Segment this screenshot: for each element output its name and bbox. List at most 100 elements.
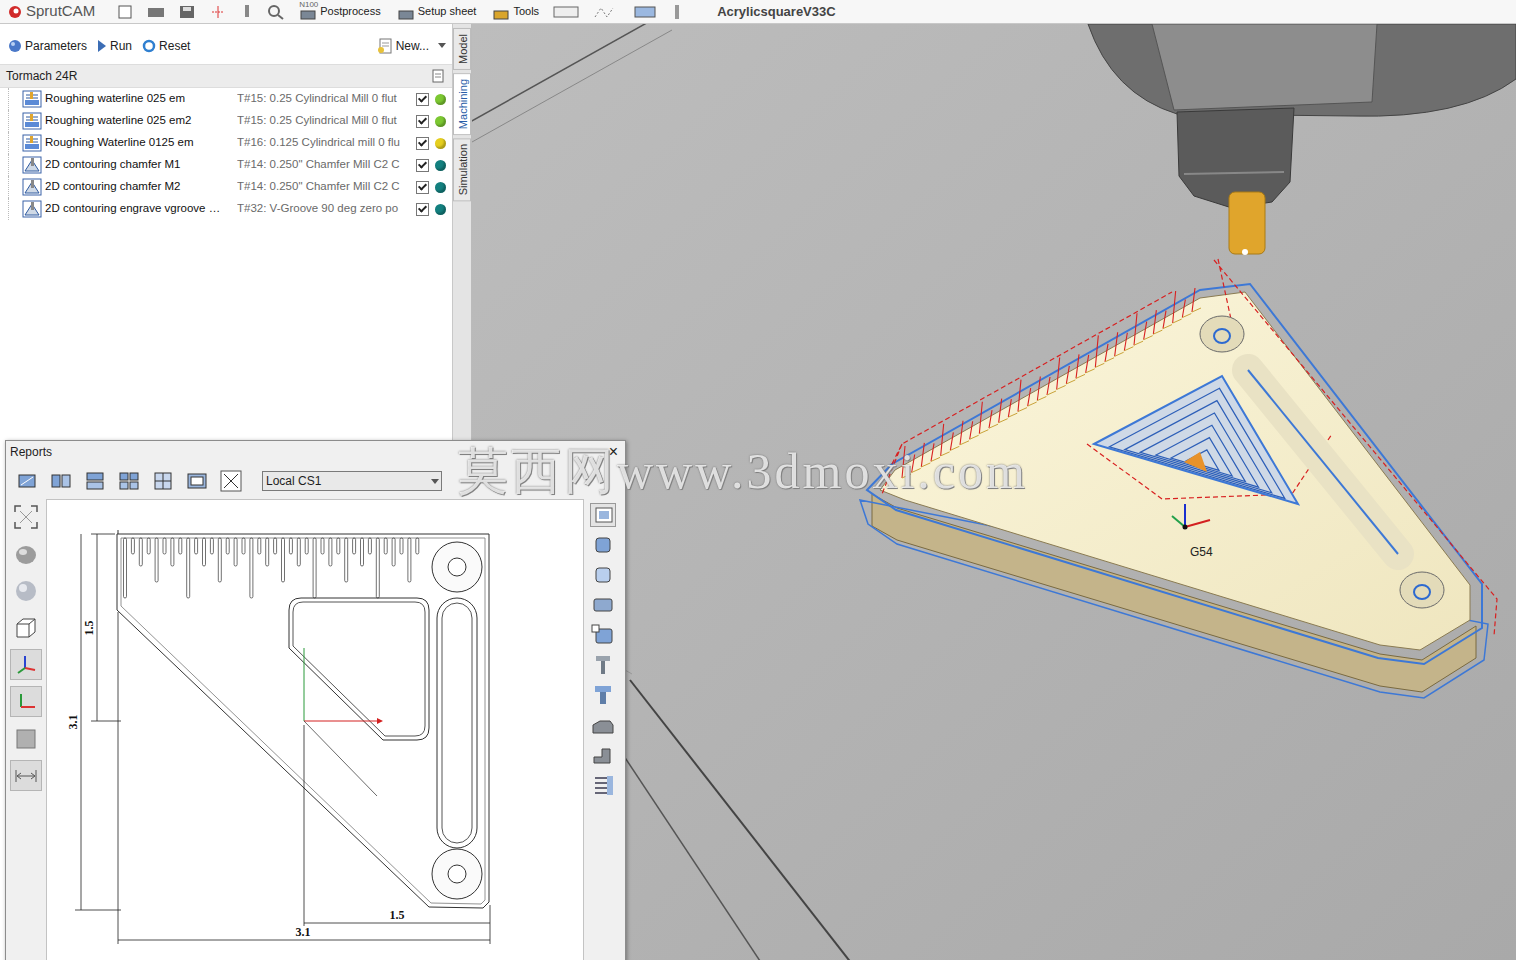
toolbar-icon — [492, 4, 510, 20]
layout-icon[interactable] — [553, 5, 579, 19]
document-icon[interactable] — [432, 69, 444, 83]
operation-name: 2D contouring chamfer M2 — [45, 178, 233, 195]
dropdown-icon — [431, 479, 439, 484]
3d-viewport[interactable]: G54 — [472, 24, 1516, 960]
operation-row[interactable]: Roughing waterline 025 em2T#15: 0.25 Cyl… — [8, 110, 452, 132]
dimension-icon[interactable] — [10, 760, 42, 791]
operation-tool: T#14: 0.250" Chamfer Mill C2 C — [237, 156, 412, 173]
operation-tool: T#16: 0.125 Cylindrical mill 0 flu — [237, 134, 412, 151]
machine-name: Tormach 24R — [6, 67, 77, 85]
probe-icon[interactable] — [241, 4, 253, 20]
cylinder-light-icon[interactable] — [590, 563, 616, 587]
view-grid-icon[interactable] — [150, 469, 176, 493]
play-icon — [97, 39, 107, 53]
dimension-label: 3.1 — [66, 715, 80, 730]
status-dot — [435, 116, 446, 127]
enable-checkbox[interactable] — [416, 137, 429, 150]
layer-icon[interactable] — [590, 503, 616, 527]
toolbar-label: Tools — [513, 3, 539, 20]
clear-icon[interactable] — [218, 469, 244, 493]
tool-icon[interactable] — [590, 653, 616, 677]
status-dot — [435, 138, 446, 149]
dropdown-icon[interactable] — [438, 43, 446, 48]
plane-axes-icon[interactable] — [10, 686, 42, 717]
operation-row[interactable]: Roughing waterline 025 emT#15: 0.25 Cyli… — [8, 88, 452, 110]
toolbar-button[interactable]: Setup sheet — [397, 3, 477, 20]
axis-icon[interactable] — [209, 4, 227, 20]
tool-holder-icon[interactable] — [590, 683, 616, 707]
machine-header[interactable]: Tormach 24R — [0, 64, 452, 88]
stock-icon[interactable] — [590, 593, 616, 617]
roughing-operation-icon — [22, 90, 42, 108]
sphere-icon[interactable] — [10, 575, 42, 606]
save-icon[interactable] — [179, 5, 195, 19]
app-name: SprutCAM — [26, 0, 95, 23]
reset-button[interactable]: Reset — [142, 37, 190, 55]
axes-icon[interactable] — [10, 649, 42, 680]
view-side-icon[interactable] — [116, 469, 142, 493]
run-button[interactable]: Run — [97, 37, 132, 55]
new-label: New... — [396, 37, 429, 55]
drawing-canvas[interactable]: 1.5 3.1 1.5 3.1 — [46, 499, 584, 960]
operation-tool: T#15: 0.25 Cylindrical Mill 0 flut — [237, 112, 412, 129]
view-top-icon[interactable] — [82, 469, 108, 493]
cylinder-icon[interactable] — [590, 533, 616, 557]
document-icon — [377, 38, 393, 54]
coordinate-system-select[interactable]: Local CS1 — [262, 471, 442, 491]
fit-icon[interactable] — [10, 501, 42, 532]
toolbar-label: Postprocess — [320, 3, 381, 20]
operations-toolbar: Parameters Run Reset New... — [0, 24, 452, 64]
enable-checkbox[interactable] — [416, 181, 429, 194]
operation-name: 2D contouring chamfer M1 — [45, 156, 233, 173]
coordinate-system-value: Local CS1 — [266, 472, 321, 490]
grid-icon[interactable] — [593, 5, 619, 19]
box-icon[interactable] — [10, 612, 42, 643]
main-toolbar: SprutCAM N100Postprocess Setup sheet Tools… — [0, 0, 1516, 24]
shaded-icon[interactable] — [10, 538, 42, 569]
operation-row[interactable]: 2D contouring chamfer M1T#14: 0.250" Cha… — [8, 154, 452, 176]
parameters-button[interactable]: Parameters — [8, 37, 87, 55]
enable-checkbox[interactable] — [416, 93, 429, 106]
reports-left-tools — [6, 499, 46, 960]
file-title: AcrylicsquareV33C — [717, 2, 836, 22]
side-tab[interactable]: Simulation — [453, 138, 471, 201]
clamp-icon[interactable] — [590, 743, 616, 767]
operation-row[interactable]: Roughing Waterline 0125 emT#16: 0.125 Cy… — [8, 132, 452, 154]
enable-checkbox[interactable] — [416, 115, 429, 128]
contouring-operation-icon — [22, 178, 42, 196]
side-tab[interactable]: Model — [453, 28, 471, 70]
new-operation-button[interactable]: New... — [377, 37, 446, 55]
contouring-operation-icon — [22, 200, 42, 218]
toolbar-button[interactable]: N100Postprocess — [299, 3, 381, 20]
operation-tool: T#15: 0.25 Cylindrical Mill 0 flut — [237, 90, 412, 107]
report-icon[interactable] — [633, 5, 657, 19]
logo-icon — [8, 5, 22, 19]
zoom-icon[interactable] — [267, 4, 285, 20]
operation-tool: T#32: V-Groove 90 deg zero po — [237, 200, 412, 217]
open-icon[interactable] — [147, 5, 165, 19]
stock-check-icon[interactable] — [590, 623, 616, 647]
view-all-icon[interactable] — [184, 469, 210, 493]
dimension-label: 1.5 — [390, 908, 405, 922]
side-tab[interactable]: Machining — [453, 73, 471, 135]
reports-titlebar[interactable]: Reports × — [6, 441, 625, 463]
operation-name: Roughing waterline 025 em2 — [45, 112, 233, 129]
fixture-icon[interactable] — [590, 713, 616, 737]
view-iso-icon[interactable] — [14, 469, 40, 493]
enable-checkbox[interactable] — [416, 159, 429, 172]
roughing-operation-icon — [22, 134, 42, 152]
operation-row[interactable]: 2D contouring engrave vgroove …T#32: V-G… — [8, 198, 452, 220]
enable-checkbox[interactable] — [416, 203, 429, 216]
reports-window[interactable]: Reports × Local CS1 — [5, 440, 626, 960]
operation-row[interactable]: 2D contouring chamfer M2T#14: 0.250" Cha… — [8, 176, 452, 198]
tool-icon[interactable] — [671, 4, 683, 20]
view-front-icon[interactable] — [48, 469, 74, 493]
toolbar-button[interactable]: Tools — [492, 3, 539, 20]
run-label: Run — [110, 37, 132, 55]
plane-icon[interactable] — [10, 723, 42, 754]
new-file-icon[interactable] — [117, 5, 133, 19]
program-icon[interactable] — [590, 773, 616, 797]
machine-scene[interactable]: G54 — [472, 24, 1516, 960]
close-button[interactable]: × — [606, 444, 621, 460]
operation-name: 2D contouring engrave vgroove … — [45, 200, 233, 217]
